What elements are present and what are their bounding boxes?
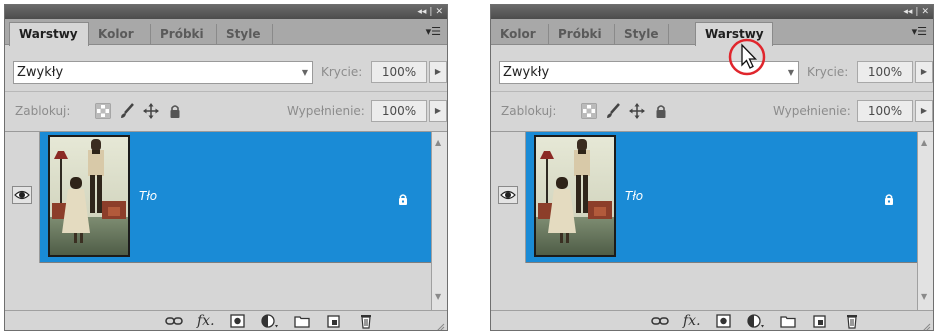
visibility-cell (5, 132, 40, 263)
lock-row: Zablokuj: Wypełnienie: 100% ▶ (5, 100, 447, 124)
layer-row-background[interactable]: Tło (491, 132, 918, 263)
lock-row: Zablokuj: Wypełnienie: 100% ▶ (491, 100, 933, 124)
lock-label: Zablokuj: (501, 104, 557, 118)
panel-titlebar: ◂◂ | ✕ (491, 5, 933, 19)
layers-list: Tło ▲ ▼ (5, 131, 447, 315)
blend-mode-select[interactable]: Zwykły ▼ (13, 61, 313, 84)
lock-position-move-icon[interactable] (629, 103, 645, 119)
fx-icon[interactable]: fx. (197, 313, 215, 329)
opacity-input[interactable]: 100% (371, 61, 427, 83)
fill-label: Wypełnienie: (287, 104, 365, 118)
tab-kolor[interactable]: Kolor (89, 24, 151, 45)
layers-panel-left: ◂◂ | ✕ ▾☰ Warstwy Kolor Próbki Style Zwykły ▼… (4, 4, 448, 331)
fill-slider-arrow[interactable]: ▶ (429, 100, 447, 122)
resize-grip-icon[interactable] (435, 318, 445, 330)
close-icon[interactable]: ✕ (921, 7, 929, 17)
divider (5, 91, 447, 92)
tab-prbki[interactable]: Próbki (549, 24, 615, 45)
tab-bar: ▾☰ Warstwy Kolor Próbki Style (5, 19, 447, 46)
lock-transparent-icon[interactable] (95, 103, 111, 119)
opacity-slider-arrow[interactable]: ▶ (915, 61, 933, 83)
tab-bar: ▾☰ Kolor Próbki Style Warstwy (491, 19, 933, 46)
panel-titlebar: ◂◂ | ✕ (5, 5, 447, 19)
lock-label: Zablokuj: (15, 104, 71, 118)
fill-slider-arrow[interactable]: ▶ (915, 100, 933, 122)
link-icon[interactable] (165, 313, 183, 329)
lock-icon (397, 190, 409, 205)
layers-list: Tło ▲ ▼ (491, 131, 933, 315)
trash-icon[interactable] (843, 313, 861, 329)
opacity-input[interactable]: 100% (857, 61, 913, 83)
chevron-down-icon: ▼ (787, 68, 794, 77)
layers-scrollbar[interactable]: ▲ ▼ (431, 132, 447, 315)
layer-thumbnail-image (534, 135, 616, 257)
tab-style[interactable]: Style (217, 24, 273, 45)
blend-row: Zwykły ▼ Krycie: 100% ▶ (5, 61, 447, 85)
chevron-down-icon: ▼ (301, 68, 308, 77)
tab-warstwy[interactable]: Warstwy (9, 22, 89, 46)
new-layer-icon[interactable] (811, 313, 829, 329)
layer-name[interactable]: Tło (139, 189, 157, 203)
lock-transparent-icon[interactable] (581, 103, 597, 119)
layers-panel-right: ◂◂ | ✕ ▾☰ Kolor Próbki Style Warstwy Zwykły ▼… (490, 4, 934, 331)
lock-position-move-icon[interactable] (143, 103, 159, 119)
opacity-label: Krycie: (321, 65, 363, 79)
opacity-slider-arrow[interactable]: ▶ (429, 61, 447, 83)
panel-menu-icon[interactable]: ▾☰ (426, 25, 441, 38)
adjustment-icon[interactable] (261, 313, 279, 329)
panel-menu-icon[interactable]: ▾☰ (912, 25, 927, 38)
tab-style[interactable]: Style (615, 24, 669, 45)
folder-icon[interactable] (293, 313, 311, 329)
titlebar-separator: | (429, 7, 433, 17)
tab-kolor[interactable]: Kolor (491, 24, 549, 45)
mask-icon[interactable] (229, 313, 247, 329)
resize-grip-icon[interactable] (921, 318, 931, 330)
mask-icon[interactable] (715, 313, 733, 329)
eye-icon[interactable] (498, 186, 518, 204)
adjustment-icon[interactable] (747, 313, 765, 329)
layers-scrollbar[interactable]: ▲ ▼ (917, 132, 933, 315)
mouse-cursor-icon (727, 37, 767, 77)
panel-footer: fx. (491, 310, 933, 330)
layer-thumbnail-image (48, 135, 130, 257)
lock-all-icon[interactable] (653, 103, 669, 119)
eye-icon[interactable] (12, 186, 32, 204)
lock-pixels-brush-icon[interactable] (119, 103, 135, 119)
fill-input[interactable]: 100% (857, 100, 913, 122)
panel-footer: fx. (5, 310, 447, 330)
collapse-icon[interactable]: ◂◂ (417, 7, 426, 17)
close-icon[interactable]: ✕ (435, 7, 443, 17)
blend-mode-value: Zwykły (17, 65, 64, 80)
fill-input[interactable]: 100% (371, 100, 427, 122)
lock-icon (883, 190, 895, 205)
opacity-label: Krycie: (807, 65, 849, 79)
layer-row-background[interactable]: Tło (5, 132, 432, 263)
lock-all-icon[interactable] (167, 103, 183, 119)
scroll-down-icon[interactable]: ▼ (435, 292, 441, 301)
scroll-up-icon[interactable]: ▲ (435, 138, 441, 147)
titlebar-separator: | (915, 7, 919, 17)
divider (491, 91, 933, 92)
tab-prbki[interactable]: Próbki (151, 24, 217, 45)
collapse-icon[interactable]: ◂◂ (903, 7, 912, 17)
scroll-down-icon[interactable]: ▼ (921, 292, 927, 301)
layer-name[interactable]: Tło (625, 189, 643, 203)
fill-label: Wypełnienie: (773, 104, 851, 118)
folder-icon[interactable] (779, 313, 797, 329)
new-layer-icon[interactable] (325, 313, 343, 329)
visibility-cell (491, 132, 526, 263)
link-icon[interactable] (651, 313, 669, 329)
fx-icon[interactable]: fx. (683, 313, 701, 329)
blend-mode-value: Zwykły (503, 65, 550, 80)
lock-pixels-brush-icon[interactable] (605, 103, 621, 119)
scroll-up-icon[interactable]: ▲ (921, 138, 927, 147)
trash-icon[interactable] (357, 313, 375, 329)
blend-row: Zwykły ▼ Krycie: 100% ▶ (491, 61, 933, 85)
